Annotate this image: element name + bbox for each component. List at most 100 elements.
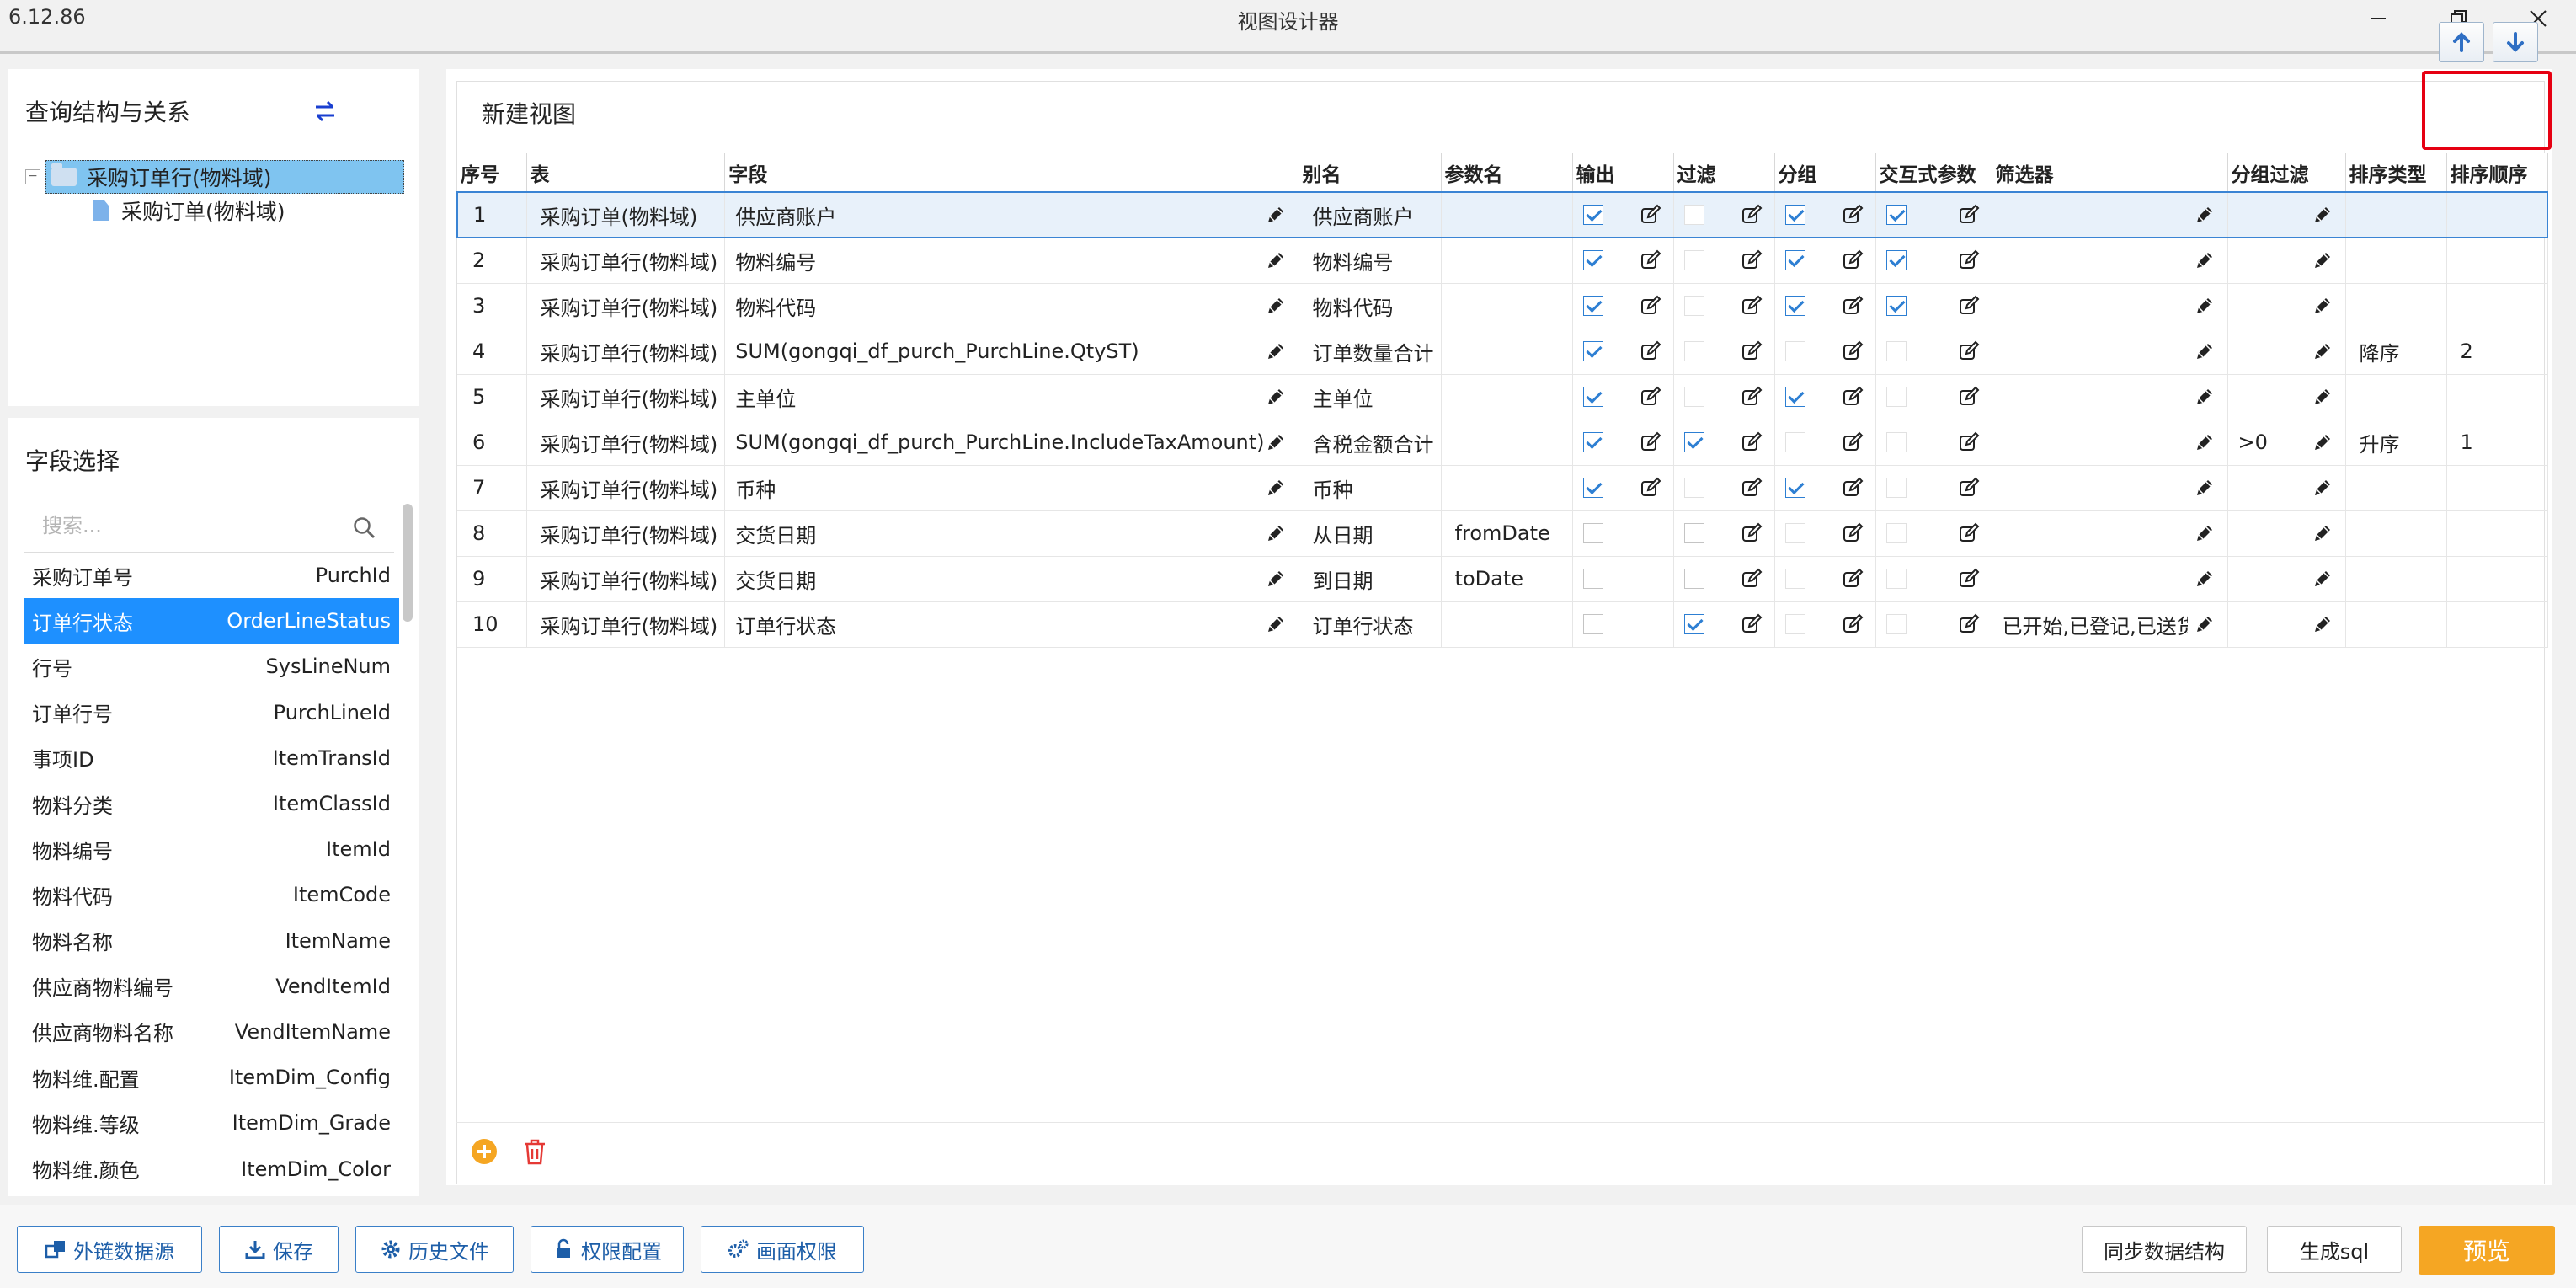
- cell-sort-type[interactable]: [2345, 191, 2447, 238]
- table-row[interactable]: 2 采购订单行(物料域) 物料编号 物料编号: [457, 238, 2548, 284]
- column-header-group[interactable]: 分组: [1774, 153, 1876, 193]
- group-checkbox[interactable]: [1784, 341, 1805, 361]
- filter-checkbox[interactable]: [1683, 341, 1704, 361]
- filter-checkbox[interactable]: [1683, 205, 1704, 225]
- cell-sort-type[interactable]: [2345, 556, 2447, 602]
- column-header-table[interactable]: 表: [526, 153, 726, 193]
- output-checkbox[interactable]: [1582, 341, 1603, 361]
- output-checkbox[interactable]: [1582, 569, 1603, 589]
- column-header-sort-type[interactable]: 排序类型: [2345, 153, 2447, 193]
- interactive-checkbox[interactable]: [1885, 432, 1907, 452]
- edit-icon[interactable]: [1640, 295, 1661, 317]
- edit-icon[interactable]: [1842, 477, 1864, 499]
- pencil-icon[interactable]: [2312, 431, 2333, 453]
- preview-button[interactable]: 预览: [2419, 1226, 2555, 1275]
- edit-icon[interactable]: [1640, 204, 1661, 226]
- cell-alias[interactable]: 含税金额合计: [1299, 420, 1442, 466]
- cell-sort-type[interactable]: [2345, 283, 2447, 329]
- filter-checkbox[interactable]: [1683, 250, 1704, 271]
- cell-field[interactable]: 物料代码: [724, 283, 1299, 329]
- pencil-icon[interactable]: [1265, 613, 1287, 635]
- screen-permission-button[interactable]: 画面权限: [701, 1226, 864, 1273]
- cell-sort-order[interactable]: [2446, 283, 2548, 329]
- field-list-item[interactable]: 采购订单号 PurchId: [24, 553, 399, 598]
- table-row[interactable]: 3 采购订单行(物料域) 物料代码 物料代码: [457, 283, 2548, 329]
- field-list-item[interactable]: 物料编号 ItemId: [24, 826, 399, 872]
- column-header-group-filter[interactable]: 分组过滤: [2227, 153, 2346, 193]
- field-list-item[interactable]: 物料分类 ItemClassId: [24, 781, 399, 826]
- filter-checkbox[interactable]: [1683, 523, 1704, 543]
- edit-icon[interactable]: [1958, 568, 1980, 590]
- edit-icon[interactable]: [1958, 340, 1980, 362]
- table-row[interactable]: 9 采购订单行(物料域) 交货日期 到日期 toDate: [457, 556, 2548, 602]
- output-checkbox[interactable]: [1582, 250, 1603, 271]
- cell-sort-order[interactable]: [2446, 556, 2548, 602]
- filter-checkbox[interactable]: [1683, 478, 1704, 498]
- output-checkbox[interactable]: [1582, 432, 1603, 452]
- cell-sort-type[interactable]: 降序: [2345, 329, 2447, 375]
- group-checkbox[interactable]: [1784, 250, 1805, 271]
- column-header-sort-order[interactable]: 排序顺序: [2446, 153, 2548, 193]
- edit-icon[interactable]: [1958, 477, 1980, 499]
- pencil-icon[interactable]: [1265, 568, 1287, 590]
- cell-alias[interactable]: 物料编号: [1299, 238, 1442, 284]
- cell-field[interactable]: SUM(gongqi_df_purch_PurchLine.IncludeTax…: [724, 420, 1299, 466]
- interactive-checkbox[interactable]: [1885, 341, 1907, 361]
- group-checkbox[interactable]: [1784, 614, 1805, 634]
- cell-param[interactable]: toDate: [1441, 556, 1573, 602]
- filter-checkbox[interactable]: [1683, 296, 1704, 316]
- interactive-checkbox[interactable]: [1885, 478, 1907, 498]
- edit-icon[interactable]: [1741, 204, 1763, 226]
- edit-icon[interactable]: [1842, 295, 1864, 317]
- filter-checkbox[interactable]: [1683, 569, 1704, 589]
- field-list-item[interactable]: 物料维.配置 ItemDim_Config: [24, 1055, 399, 1100]
- add-row-icon[interactable]: [470, 1137, 499, 1166]
- cell-field[interactable]: 供应商账户: [724, 191, 1299, 238]
- column-header-param[interactable]: 参数名: [1441, 153, 1573, 193]
- tree-node-root-selected[interactable]: 采购订单行(物料域): [45, 160, 404, 194]
- output-checkbox[interactable]: [1582, 478, 1603, 498]
- group-checkbox[interactable]: [1784, 432, 1805, 452]
- edit-icon[interactable]: [1741, 613, 1763, 635]
- interactive-checkbox[interactable]: [1885, 250, 1907, 271]
- pencil-icon[interactable]: [1265, 431, 1287, 453]
- column-header-output[interactable]: 输出: [1572, 153, 1674, 193]
- cell-sort-order[interactable]: [2446, 191, 2549, 238]
- pencil-icon[interactable]: [2312, 477, 2333, 499]
- edit-icon[interactable]: [1842, 431, 1864, 453]
- swap-icon[interactable]: [312, 98, 339, 125]
- table-row[interactable]: 4 采购订单行(物料域) SUM(gongqi_df_purch_PurchLine…: [457, 329, 2548, 375]
- cell-sort-type[interactable]: 升序: [2345, 420, 2447, 466]
- cell-field[interactable]: 订单行状态: [724, 601, 1299, 648]
- pencil-icon[interactable]: [2312, 613, 2333, 635]
- column-header-filter[interactable]: 过滤: [1673, 153, 1775, 193]
- pencil-icon[interactable]: [2194, 340, 2216, 362]
- cell-field[interactable]: 交货日期: [724, 556, 1299, 602]
- cell-field[interactable]: 币种: [724, 465, 1299, 511]
- pencil-icon[interactable]: [1265, 340, 1287, 362]
- cell-sort-type[interactable]: [2345, 238, 2447, 284]
- cell-sort-order[interactable]: [2446, 510, 2548, 557]
- field-list-item[interactable]: 行号 SysLineNum: [24, 644, 399, 689]
- field-list-item[interactable]: 物料名称 ItemName: [24, 918, 399, 964]
- cell-alias[interactable]: 到日期: [1299, 556, 1442, 602]
- permission-config-button[interactable]: 权限配置: [531, 1226, 684, 1273]
- table-row[interactable]: 1 采购订单(物料域) 供应商账户 供应商账户: [456, 191, 2549, 238]
- edit-icon[interactable]: [1958, 522, 1980, 544]
- output-checkbox[interactable]: [1582, 296, 1603, 316]
- pencil-icon[interactable]: [2194, 522, 2216, 544]
- field-list-item[interactable]: 供应商物料名称 VendItemName: [24, 1009, 399, 1055]
- cell-alias[interactable]: 订单数量合计: [1299, 329, 1442, 375]
- table-row[interactable]: 5 采购订单行(物料域) 主单位 主单位: [457, 374, 2548, 420]
- field-list-item[interactable]: 事项ID ItemTransId: [24, 735, 399, 781]
- edit-icon[interactable]: [1842, 386, 1864, 408]
- group-checkbox[interactable]: [1784, 296, 1805, 316]
- cell-param[interactable]: [1441, 374, 1573, 420]
- edit-icon[interactable]: [1842, 340, 1864, 362]
- edit-icon[interactable]: [1640, 431, 1661, 453]
- cell-param[interactable]: [1441, 191, 1573, 238]
- output-checkbox[interactable]: [1582, 205, 1603, 225]
- field-list-item[interactable]: 订单行状态 OrderLineStatus: [24, 598, 399, 644]
- output-checkbox[interactable]: [1582, 614, 1603, 634]
- pencil-icon[interactable]: [2312, 340, 2333, 362]
